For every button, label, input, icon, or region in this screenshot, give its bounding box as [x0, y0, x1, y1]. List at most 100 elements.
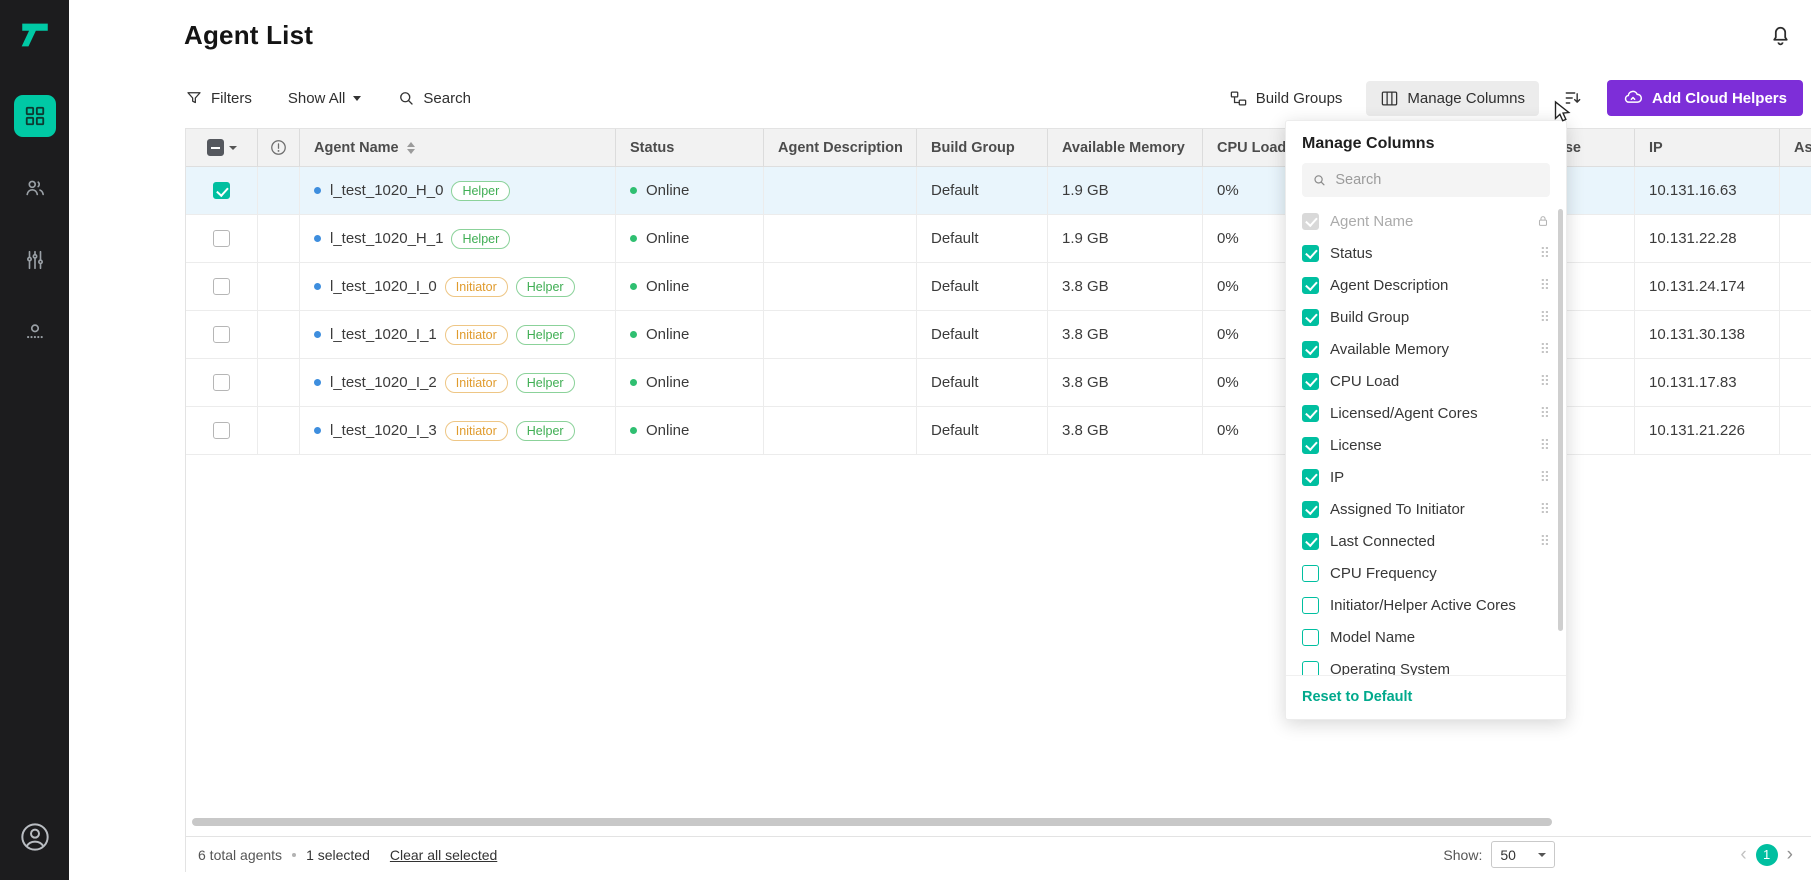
manage-columns-option[interactable]: Last Connected ⠿ [1286, 525, 1566, 557]
manage-columns-search-input[interactable] [1335, 172, 1540, 188]
option-checkbox[interactable] [1302, 629, 1319, 646]
table-row[interactable]: l_test_1020_I_0 InitiatorHelper Online D… [186, 263, 1811, 311]
sort-order-button[interactable] [1563, 88, 1583, 108]
brand-logo-icon[interactable] [0, 0, 69, 69]
select-menu-chevron-icon[interactable] [229, 146, 237, 150]
option-checkbox[interactable] [1302, 533, 1319, 550]
manage-columns-option[interactable]: License ⠿ [1286, 429, 1566, 461]
drag-handle-icon[interactable]: ⠿ [1540, 438, 1550, 452]
row-checkbox[interactable] [213, 182, 230, 199]
sidebar-item-settings[interactable] [14, 239, 56, 281]
sidebar-item-console[interactable] [14, 311, 56, 353]
sidebar-item-users[interactable] [14, 167, 56, 209]
column-header-agent-description[interactable]: Agent Description [764, 129, 917, 167]
option-checkbox[interactable] [1302, 213, 1319, 230]
manage-columns-option[interactable]: Operating System ⠿ [1286, 653, 1566, 675]
column-header-ip[interactable]: IP [1635, 129, 1780, 167]
build-group: Default [917, 167, 1048, 215]
online-dot-icon [630, 331, 637, 338]
drag-handle-icon[interactable]: ⠿ [1540, 470, 1550, 484]
manage-columns-option[interactable]: CPU Load ⠿ [1286, 365, 1566, 397]
bell-icon [1768, 22, 1793, 47]
option-checkbox[interactable] [1302, 565, 1319, 582]
drag-handle-icon[interactable]: ⠿ [1540, 534, 1550, 548]
total-agents-label: 6 total agents [198, 847, 282, 863]
page-size-select[interactable]: 50 [1491, 841, 1555, 868]
manage-columns-option[interactable]: Initiator/Helper Active Cores ⠿ [1286, 589, 1566, 621]
drag-handle-icon[interactable]: ⠿ [1540, 342, 1550, 356]
drag-handle-icon[interactable]: ⠿ [1540, 310, 1550, 324]
table-row[interactable]: l_test_1020_H_0 Helper Online Default 1.… [186, 167, 1811, 215]
option-checkbox[interactable] [1302, 501, 1319, 518]
row-checkbox[interactable] [213, 278, 230, 295]
assigned-to-initiator [1780, 359, 1811, 407]
filters-button[interactable]: Filters [185, 89, 252, 107]
table-row[interactable]: l_test_1020_I_2 InitiatorHelper Online D… [186, 359, 1811, 407]
manage-columns-option[interactable]: Build Group ⠿ [1286, 301, 1566, 333]
reset-to-default-link[interactable]: Reset to Default [1302, 689, 1412, 705]
role-badge: Helper [451, 181, 510, 201]
manage-columns-option[interactable]: Assigned To Initiator ⠿ [1286, 493, 1566, 525]
row-checkbox[interactable] [213, 374, 230, 391]
option-label: Agent Name [1330, 213, 1525, 230]
option-checkbox[interactable] [1302, 469, 1319, 486]
pagination-current-page[interactable]: 1 [1756, 844, 1778, 866]
sort-carets-icon[interactable] [407, 142, 415, 154]
option-checkbox[interactable] [1302, 277, 1319, 294]
badge-list: InitiatorHelper [437, 325, 575, 345]
manage-columns-option[interactable]: CPU Frequency ⠿ [1286, 557, 1566, 589]
drag-handle-icon[interactable]: ⠿ [1540, 502, 1550, 516]
option-checkbox[interactable] [1302, 437, 1319, 454]
column-header-status[interactable]: Status [616, 129, 764, 167]
option-checkbox[interactable] [1302, 405, 1319, 422]
option-checkbox[interactable] [1302, 245, 1319, 262]
build-groups-button[interactable]: Build Groups [1229, 89, 1343, 108]
drag-handle-icon[interactable]: ⠿ [1540, 406, 1550, 420]
manage-columns-search[interactable] [1302, 163, 1550, 197]
column-header-available-memory[interactable]: Available Memory [1048, 129, 1203, 167]
option-checkbox[interactable] [1302, 309, 1319, 326]
manage-columns-option[interactable]: Licensed/Agent Cores ⠿ [1286, 397, 1566, 429]
pagination-next-icon[interactable]: › [1787, 844, 1793, 866]
column-header-agent-name[interactable]: Agent Name [300, 129, 616, 167]
panel-scrollbar[interactable] [1558, 209, 1563, 631]
option-checkbox[interactable] [1302, 661, 1319, 676]
drag-handle-icon[interactable]: ⠿ [1540, 278, 1550, 292]
select-all-checkbox[interactable] [207, 139, 224, 156]
table-row[interactable]: l_test_1020_H_1 Helper Online Default 1.… [186, 215, 1811, 263]
manage-columns-option[interactable]: Agent Name ⠿ [1286, 205, 1566, 237]
drag-handle-icon[interactable]: ⠿ [1540, 246, 1550, 260]
drag-handle-icon[interactable]: ⠿ [1540, 374, 1550, 388]
option-label: Last Connected [1330, 533, 1529, 550]
column-header-build-group[interactable]: Build Group [917, 129, 1048, 167]
sliders-icon [24, 249, 46, 271]
manage-columns-option[interactable]: IP ⠿ [1286, 461, 1566, 493]
show-all-dropdown[interactable]: Show All [288, 90, 362, 107]
manage-columns-option[interactable]: Available Memory ⠿ [1286, 333, 1566, 365]
manage-columns-option[interactable]: Model Name ⠿ [1286, 621, 1566, 653]
option-checkbox[interactable] [1302, 373, 1319, 390]
table-row[interactable]: l_test_1020_I_1 InitiatorHelper Online D… [186, 311, 1811, 359]
pagination-prev-icon[interactable]: ‹ [1740, 844, 1746, 866]
add-cloud-helpers-button[interactable]: Add Cloud Helpers [1607, 80, 1803, 116]
option-checkbox[interactable] [1302, 597, 1319, 614]
profile-button[interactable] [19, 821, 51, 858]
clear-all-selected-link[interactable]: Clear all selected [390, 847, 497, 863]
manage-columns-option[interactable]: Agent Description ⠿ [1286, 269, 1566, 301]
option-label: Licensed/Agent Cores [1330, 405, 1529, 422]
table-row[interactable]: l_test_1020_I_3 InitiatorHelper Online D… [186, 407, 1811, 455]
manage-columns-option[interactable]: Status ⠿ [1286, 237, 1566, 269]
notifications-button[interactable] [1768, 22, 1793, 52]
search-label: Search [423, 90, 471, 107]
column-header-assigned-to-initiator[interactable]: Assigned To Initiator [1780, 129, 1811, 167]
agent-description [764, 359, 917, 407]
manage-columns-button[interactable]: Manage Columns [1366, 81, 1539, 116]
row-checkbox[interactable] [213, 230, 230, 247]
sidebar-item-agents[interactable] [14, 95, 56, 137]
option-checkbox[interactable] [1302, 341, 1319, 358]
search-button[interactable]: Search [397, 89, 471, 107]
horizontal-scrollbar[interactable] [192, 818, 1552, 826]
badge-list: Helper [443, 229, 510, 249]
row-checkbox[interactable] [213, 422, 230, 439]
row-checkbox[interactable] [213, 326, 230, 343]
